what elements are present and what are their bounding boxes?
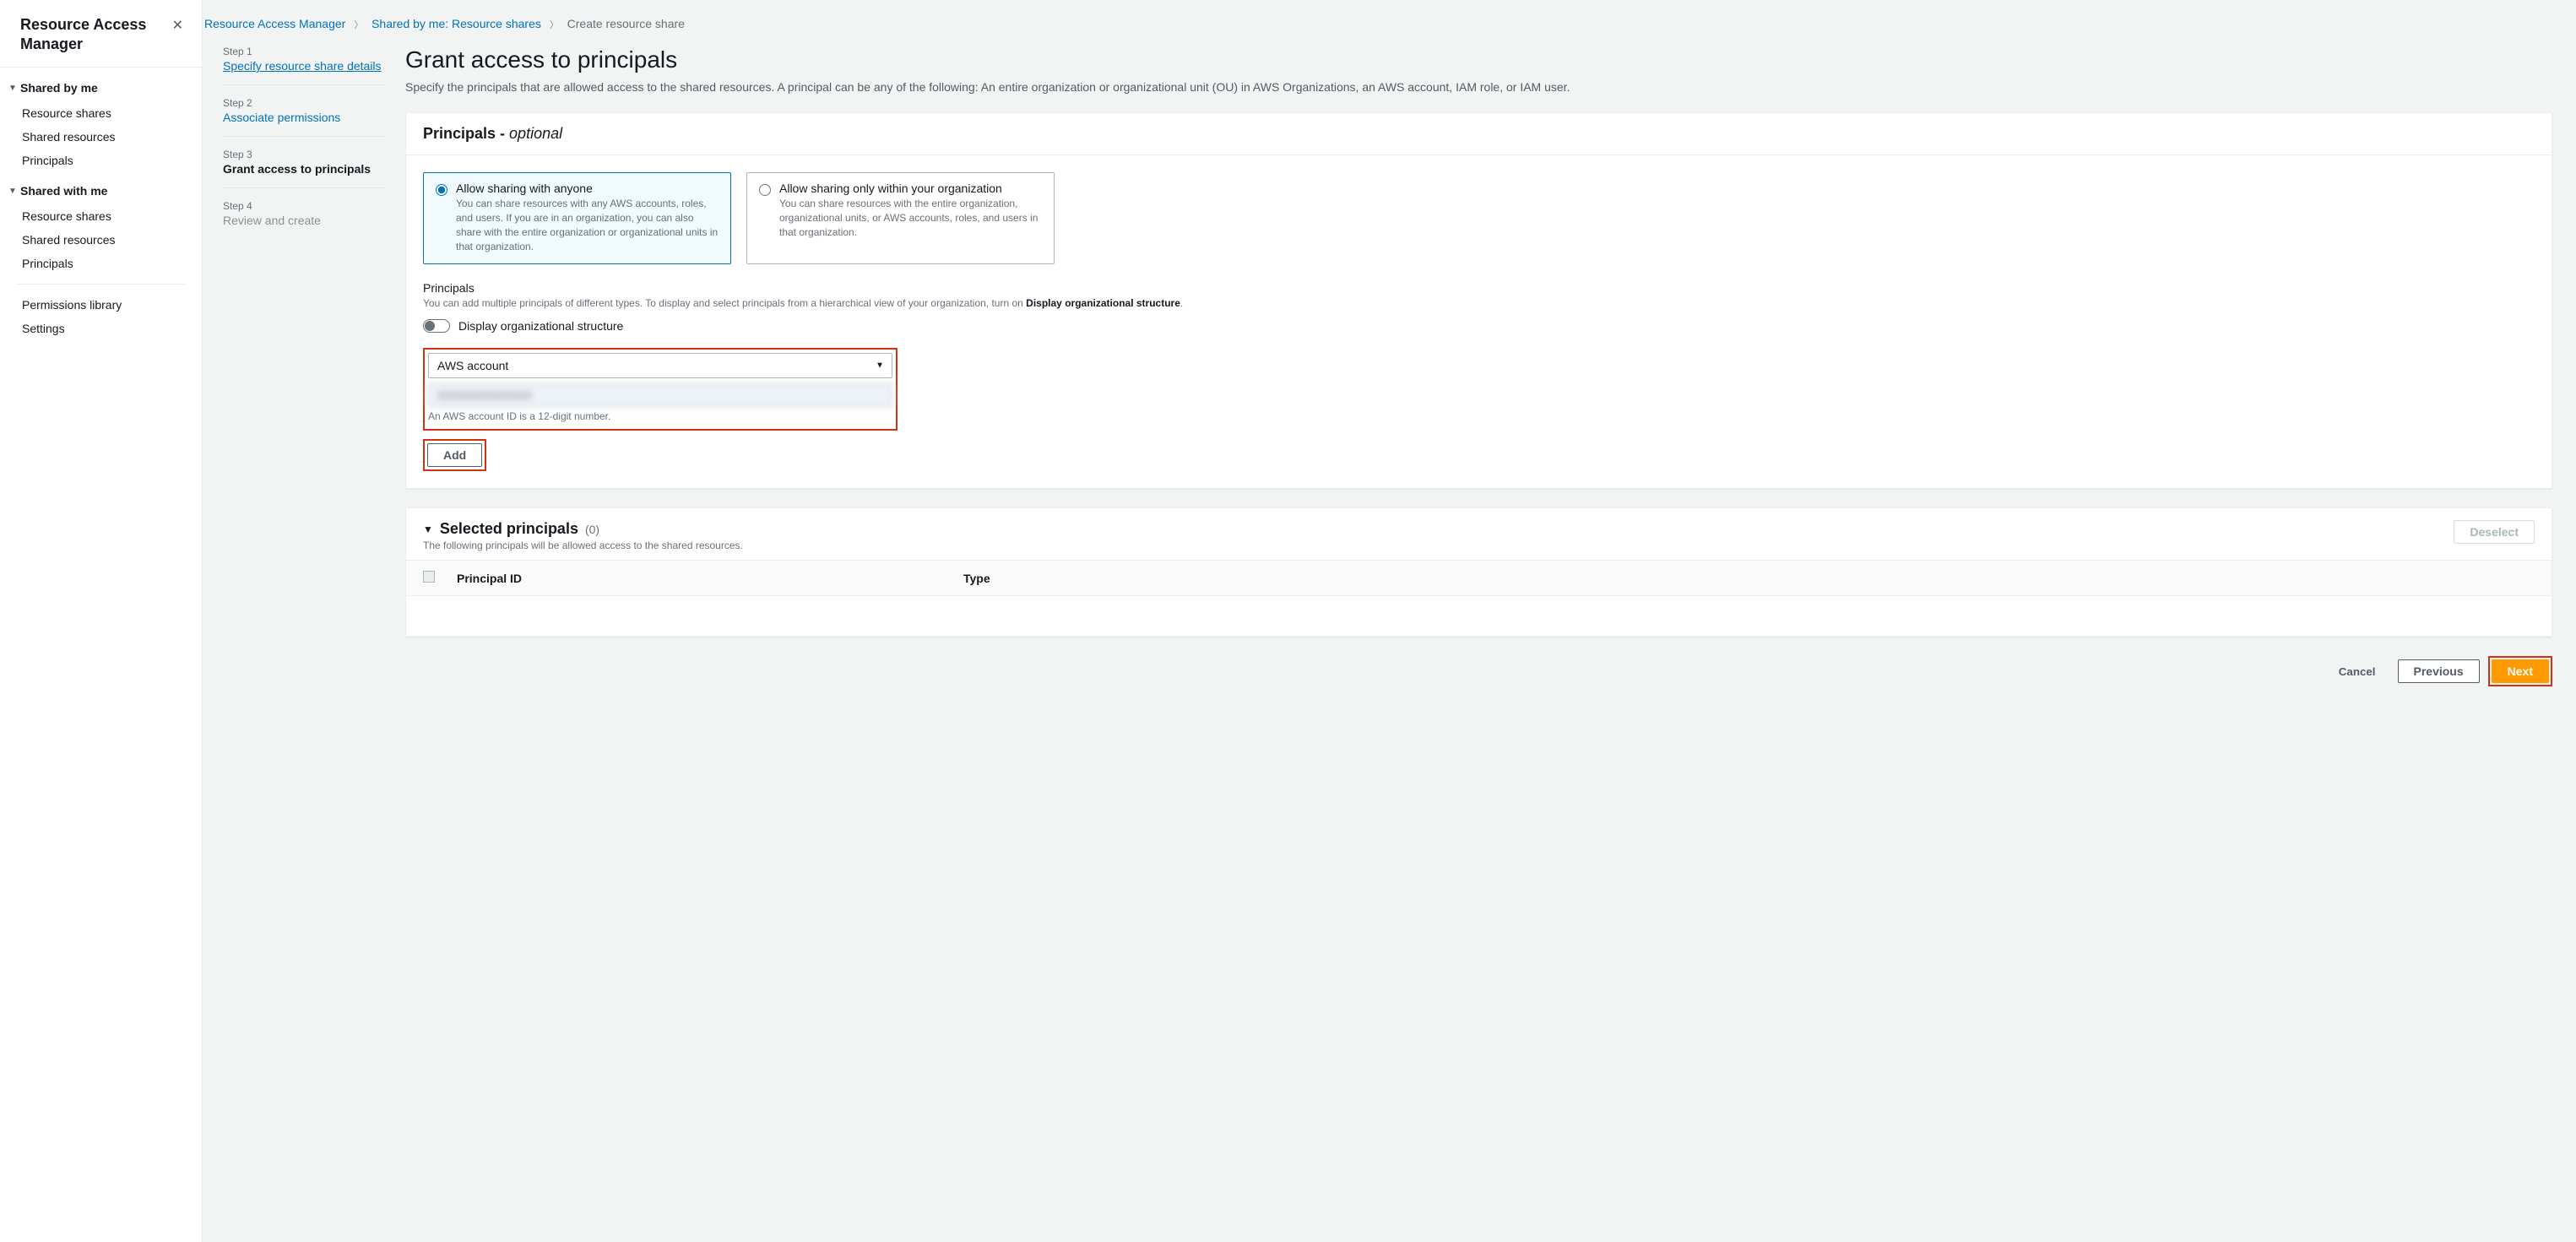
- col-principal-id[interactable]: Principal ID: [457, 572, 963, 585]
- sidebar-item-shared-resources[interactable]: Shared resources: [0, 125, 202, 149]
- radio-desc: You can share resources with the entire …: [779, 197, 1042, 239]
- step-number: Step 1: [223, 46, 385, 57]
- input-help: An AWS account ID is a 12-digit number.: [428, 410, 892, 422]
- selected-title: Selected principals: [440, 520, 578, 538]
- toggle-org-structure[interactable]: [423, 319, 450, 333]
- step-number: Step 2: [223, 97, 385, 109]
- breadcrumb: Resource Access Manager 〉 Shared by me: …: [203, 17, 2552, 31]
- table-header-row: Principal ID Type: [406, 560, 2552, 596]
- add-button[interactable]: Add: [427, 443, 482, 467]
- radio-title: Allow sharing only within your organizat…: [779, 182, 1042, 195]
- nav-group-shared-with-me[interactable]: ▼ Shared with me: [0, 177, 202, 204]
- sidebar-item-principals-2[interactable]: Principals: [0, 252, 202, 275]
- table-empty-row: [406, 596, 2552, 637]
- sidebar-item-resource-shares-2[interactable]: Resource shares: [0, 204, 202, 228]
- toggle-label: Display organizational structure: [458, 319, 623, 333]
- sidebar-item-permissions-library[interactable]: Permissions library: [0, 293, 202, 317]
- radio-input-org[interactable]: [759, 184, 771, 196]
- close-icon[interactable]: ✕: [167, 15, 188, 35]
- breadcrumb-link[interactable]: Resource Access Manager: [204, 17, 345, 30]
- page-title: Grant access to principals: [405, 46, 2552, 73]
- caret-down-icon[interactable]: ▼: [423, 523, 433, 535]
- step-link-2[interactable]: Associate permissions: [223, 111, 340, 124]
- step-number: Step 4: [223, 200, 385, 212]
- principals-help: You can add multiple principals of diffe…: [423, 296, 2535, 311]
- principals-label: Principals: [423, 281, 2535, 295]
- sidebar-title: Resource Access Manager: [20, 15, 167, 53]
- sidebar-item-shared-resources-2[interactable]: Shared resources: [0, 228, 202, 252]
- caret-down-icon: ▼: [8, 84, 20, 93]
- caret-down-icon: ▼: [8, 187, 20, 196]
- selected-count: (0): [585, 523, 599, 536]
- highlight-add: Add: [423, 439, 486, 471]
- principal-type-select[interactable]: AWS account: [428, 353, 892, 378]
- selected-principals-panel: ▼ Selected principals (0) The following …: [405, 507, 2552, 637]
- radio-allow-org-only[interactable]: Allow sharing only within your organizat…: [746, 172, 1055, 264]
- step-link-1[interactable]: Specify resource share details: [223, 59, 382, 73]
- radio-desc: You can share resources with any AWS acc…: [456, 197, 719, 253]
- highlight-next: Next: [2488, 656, 2552, 686]
- select-all-checkbox[interactable]: [423, 571, 435, 583]
- step-future: Review and create: [223, 214, 385, 227]
- step-number: Step 3: [223, 149, 385, 160]
- highlight-principal-input: AWS account ▼ An AWS account ID is a 12-…: [423, 348, 898, 431]
- radio-allow-anyone[interactable]: Allow sharing with anyone You can share …: [423, 172, 731, 264]
- sidebar-item-principals[interactable]: Principals: [0, 149, 202, 172]
- select-value: AWS account: [437, 359, 508, 372]
- deselect-button[interactable]: Deselect: [2454, 520, 2535, 544]
- radio-input-anyone[interactable]: [436, 184, 447, 196]
- sidebar: Resource Access Manager ✕ ▼ Shared by me…: [0, 0, 203, 1242]
- wizard-steps: Step 1 Specify resource share details St…: [203, 0, 405, 1242]
- nav-group-shared-by-me[interactable]: ▼ Shared by me: [0, 74, 202, 101]
- radio-title: Allow sharing with anyone: [456, 182, 719, 195]
- nav-group-label: Shared by me: [20, 81, 98, 95]
- account-id-input[interactable]: [428, 383, 892, 407]
- selected-subtitle: The following principals will be allowed…: [423, 540, 743, 551]
- breadcrumb-current: Create resource share: [567, 17, 685, 30]
- col-type[interactable]: Type: [963, 572, 2535, 585]
- panel-heading-optional: optional: [509, 125, 562, 142]
- next-button[interactable]: Next: [2492, 659, 2549, 683]
- sidebar-item-settings[interactable]: Settings: [0, 317, 202, 340]
- cancel-button[interactable]: Cancel: [2325, 660, 2389, 683]
- previous-button[interactable]: Previous: [2398, 659, 2480, 683]
- panel-heading: Principals -: [423, 125, 509, 142]
- step-current: Grant access to principals: [223, 162, 385, 176]
- chevron-right-icon: 〉: [550, 20, 559, 30]
- breadcrumb-link[interactable]: Shared by me: Resource shares: [371, 17, 541, 30]
- wizard-footer: Cancel Previous Next: [405, 656, 2552, 686]
- sidebar-item-resource-shares[interactable]: Resource shares: [0, 101, 202, 125]
- principals-panel: Principals - optional Allow sharing with…: [405, 112, 2552, 489]
- chevron-right-icon: 〉: [354, 20, 363, 30]
- nav-group-label: Shared with me: [20, 184, 107, 198]
- page-description: Specify the principals that are allowed …: [405, 79, 2552, 95]
